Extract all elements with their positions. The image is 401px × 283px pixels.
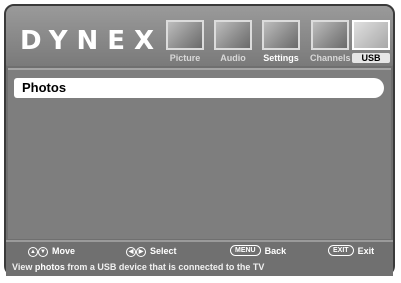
menu-tab-label: Channels (310, 53, 351, 63)
desc-suffix: from a USB device that is connected to t… (64, 262, 265, 272)
menu-tab-label: Picture (169, 53, 201, 63)
help-footer: ▲ ▼ Move ◀ ▶ Select MENU Back EXIT Exit Vi… (6, 240, 393, 276)
menu-row-photos[interactable]: Photos (14, 78, 384, 98)
menu-tab-label: Audio (220, 53, 246, 63)
menu-tab-audio[interactable]: Audio (214, 20, 252, 70)
exit-key-icon: EXIT (328, 245, 354, 256)
menu-key-icon: MENU (230, 245, 261, 256)
menu-tab-channels[interactable]: Channels (310, 20, 351, 70)
menu-tab-usb[interactable]: USB (352, 20, 390, 70)
audio-icon (214, 20, 252, 50)
hint-exit: EXIT Exit (328, 245, 374, 256)
settings-icon (262, 20, 300, 50)
menu-tab-label: Settings (263, 53, 299, 63)
menu-tab-picture[interactable]: Picture (166, 20, 204, 70)
hint-move: ▲ ▼ Move (28, 245, 75, 257)
hint-label: Exit (357, 245, 375, 256)
hint-label: Select (150, 246, 177, 256)
hint-label: Back (264, 245, 287, 256)
hint-label: Move (52, 246, 76, 256)
tv-picture-icon (166, 20, 204, 50)
menu-row-label: Photos (22, 80, 67, 95)
help-description: View photos from a USB device that is co… (12, 262, 264, 272)
usb-menu-list: Photos (8, 68, 391, 239)
channels-icon (311, 20, 350, 50)
menu-tab-settings[interactable]: Settings (262, 20, 300, 70)
up-down-arrows-icon: ▲ ▼ (28, 245, 48, 257)
hint-select: ◀ ▶ Select (126, 245, 177, 257)
hint-back: MENU Back (230, 245, 286, 256)
menu-tab-label: USB (352, 53, 390, 63)
left-right-arrows-icon: ◀ ▶ (126, 245, 146, 257)
menu-header: DYNEX Picture Audio Settings Channels US… (6, 6, 393, 66)
dynex-logo: DYNEX (20, 26, 164, 56)
key-hints: ▲ ▼ Move ◀ ▶ Select MENU Back EXIT Exit (6, 245, 393, 257)
desc-bold: photos (34, 262, 65, 272)
usb-icon (352, 20, 390, 50)
desc-prefix: View (12, 262, 35, 272)
